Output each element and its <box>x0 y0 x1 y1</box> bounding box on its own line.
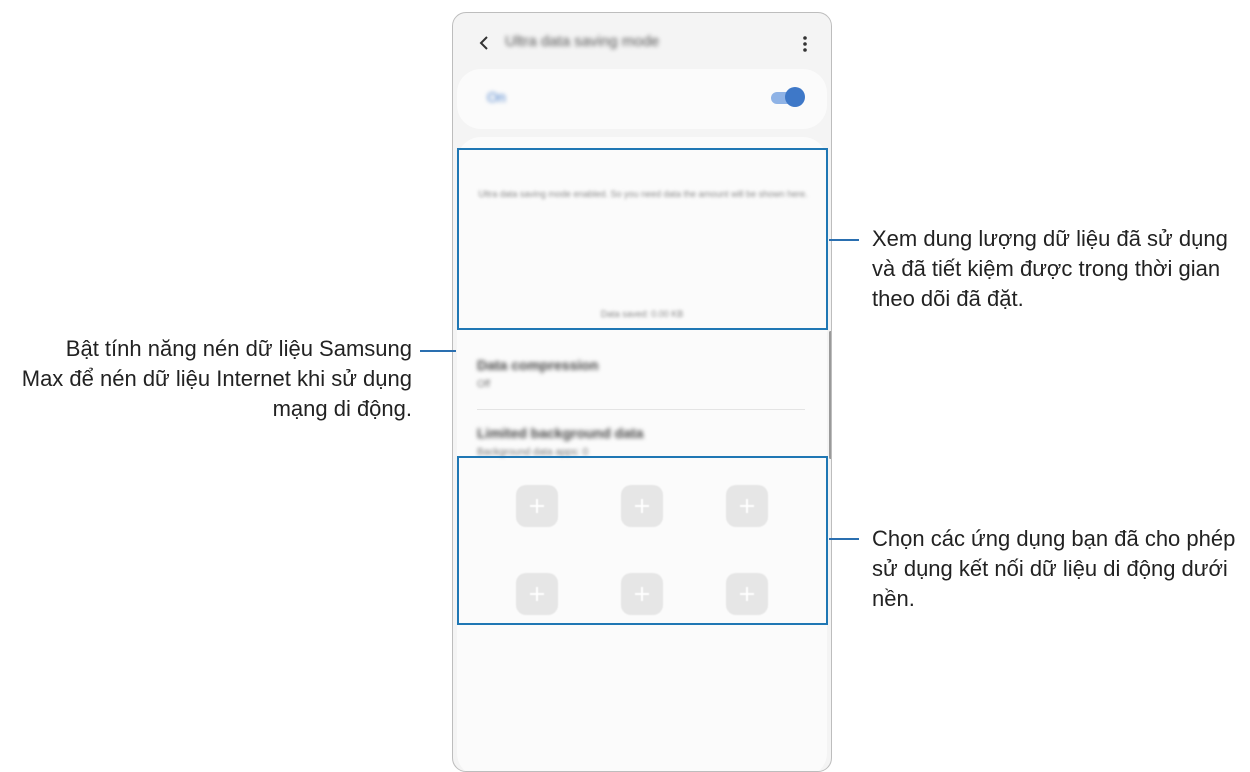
switch-knob <box>785 87 805 107</box>
data-compression-status: Off <box>477 379 491 390</box>
data-usage-highlight <box>457 148 828 330</box>
callout-leader-bottom <box>829 538 859 540</box>
page-title: Ultra data saving mode <box>505 33 660 50</box>
limited-background-data-title[interactable]: Limited background data <box>477 425 643 441</box>
ultra-data-saving-switch[interactable] <box>769 87 805 109</box>
toggle-label: On <box>487 89 506 105</box>
app-bar: Ultra data saving mode <box>453 13 831 73</box>
back-button[interactable] <box>473 31 497 55</box>
chevron-left-icon <box>479 36 488 50</box>
more-vert-icon <box>803 36 807 52</box>
more-options-button[interactable] <box>797 31 813 57</box>
master-toggle-card[interactable]: On <box>457 69 827 129</box>
data-compression-title[interactable]: Data compression <box>477 357 598 373</box>
scrollbar[interactable] <box>829 331 831 459</box>
apps-grid-highlight <box>457 456 828 625</box>
callout-leader-left <box>420 350 456 352</box>
callout-leader-top <box>829 239 859 241</box>
callout-data-usage: Xem dung lượng dữ liệu đã sử dụng và đã … <box>872 226 1228 311</box>
callout-data-compression: Bật tính năng nén dữ liệu Samsung Max để… <box>21 336 412 421</box>
phone-screen: Ultra data saving mode On Ultra data sav… <box>452 12 832 772</box>
divider <box>477 409 805 410</box>
callout-background-apps: Chọn các ứng dụng bạn đã cho phép sử dụn… <box>872 526 1236 611</box>
